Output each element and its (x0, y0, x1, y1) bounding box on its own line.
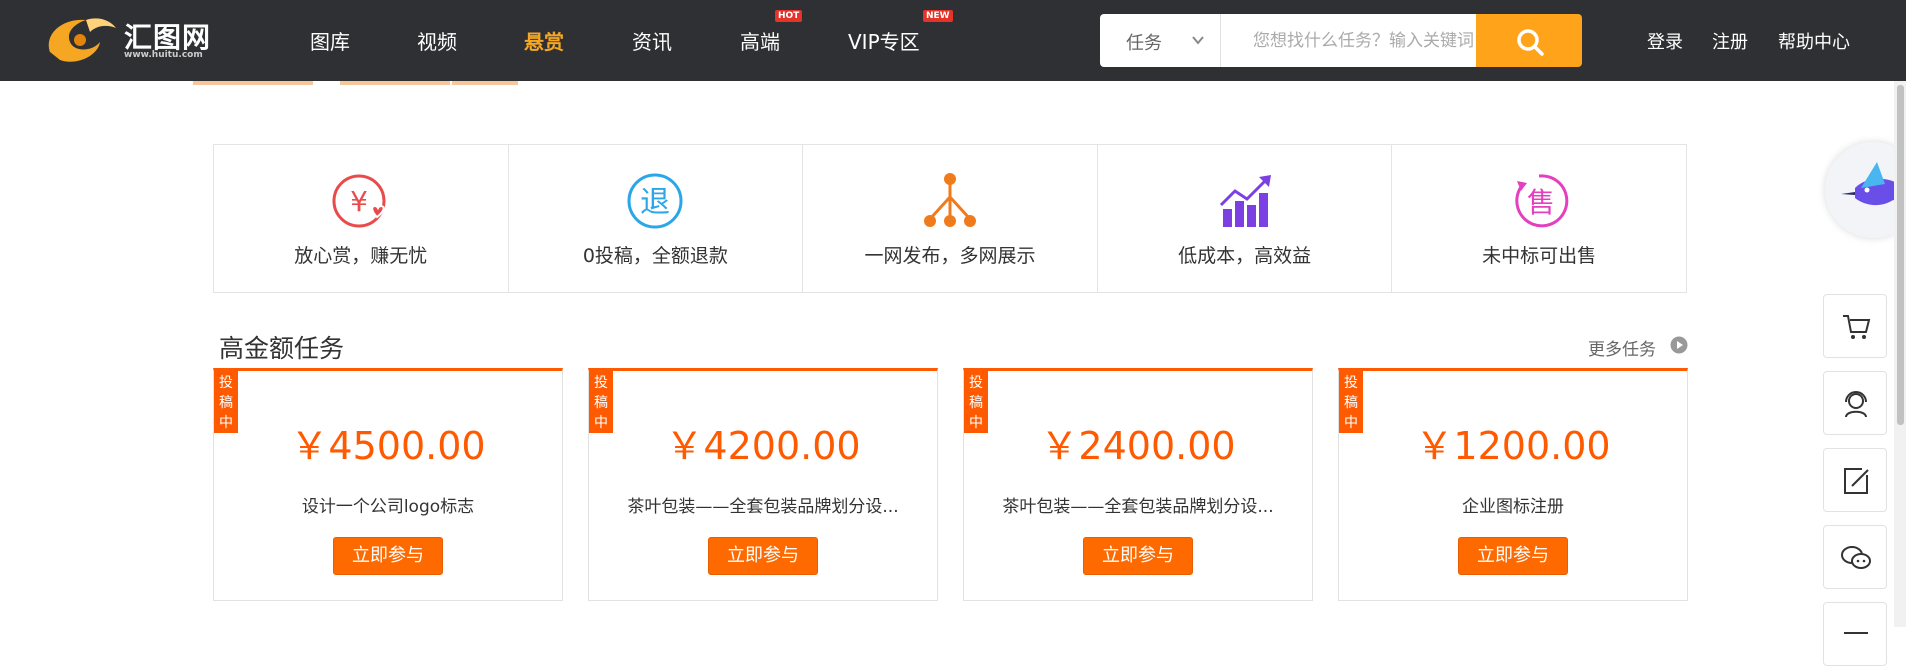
feature-label: 低成本，高效益 (1178, 245, 1312, 267)
register-link[interactable]: 注册 (1712, 28, 1748, 54)
svg-text:¥: ¥ (350, 185, 368, 218)
feature-label: 一网发布，多网展示 (864, 245, 1036, 267)
svg-text:售: 售 (1527, 186, 1555, 219)
feature-item: 售 未中标可出售 (1392, 145, 1686, 292)
search-input[interactable] (1221, 14, 1477, 67)
more-tasks-link[interactable]: 更多任务 (1588, 335, 1656, 360)
task-name[interactable]: 茶叶包装——全套包装品牌划分设... (589, 492, 937, 517)
task-card[interactable]: 投稿中 ￥4500.00 设计一个公司logo标志 立即参与 (213, 368, 563, 601)
nav-item-bounty[interactable]: 悬赏 (524, 26, 564, 55)
network-tree-icon (923, 173, 976, 227)
feature-strip: ¥ 放心赏，赚无忧 退 0投稿，全额退款 一网发布，多网展示 低成本，高效益 售… (213, 144, 1687, 293)
resale-icon: 售 (1515, 174, 1569, 228)
feature-item: 低成本，高效益 (1098, 145, 1393, 292)
new-badge: NEW (923, 10, 953, 22)
task-name[interactable]: 设计一个公司logo标志 (214, 492, 562, 517)
join-button[interactable]: 立即参与 (1458, 537, 1568, 575)
menu-icon (1844, 632, 1868, 634)
feature-label: 放心赏，赚无忧 (294, 245, 428, 267)
svg-text:退: 退 (640, 185, 670, 220)
logo-subtext: www.huitu.com (124, 50, 203, 60)
section-title: 高金额任务 (219, 334, 345, 363)
nav-item-video[interactable]: 视频 (417, 26, 457, 55)
login-link[interactable]: 登录 (1647, 28, 1683, 54)
banner-remnant (452, 81, 518, 85)
search-button[interactable] (1476, 14, 1582, 67)
nav-item-gallery[interactable]: 图库 (310, 26, 350, 55)
hot-badge: HOT (775, 10, 803, 22)
task-price: ￥4500.00 (290, 424, 486, 468)
banner-remnant (340, 81, 450, 85)
search-category-select[interactable]: 任务 (1100, 14, 1221, 67)
join-button[interactable]: 立即参与 (1083, 537, 1193, 575)
feature-item: 退 0投稿，全额退款 (509, 145, 804, 292)
search-category-label: 任务 (1126, 33, 1162, 54)
chevron-down-icon (1192, 36, 1204, 45)
nav-item-premium[interactable]: 高端 (740, 26, 780, 55)
cart-button[interactable] (1823, 294, 1887, 358)
feature-label: 未中标可出售 (1482, 245, 1597, 267)
task-price: ￥2400.00 (1040, 424, 1236, 468)
task-card[interactable]: 投稿中 ￥2400.00 茶叶包装——全套包装品牌划分设... 立即参与 (963, 368, 1313, 601)
feature-label: 0投稿，全额退款 (582, 245, 728, 267)
banner-remnant (193, 81, 313, 85)
site-logo[interactable]: 汇图网 www.huitu.com (40, 12, 220, 68)
help-center-link[interactable]: 帮助中心 (1778, 28, 1850, 54)
edit-icon (1844, 468, 1869, 494)
task-price: ￥4200.00 (665, 424, 861, 468)
customer-service-icon (1845, 391, 1867, 418)
nav-item-news[interactable]: 资讯 (632, 26, 672, 55)
arrow-right-circle-icon[interactable] (1670, 336, 1688, 354)
wechat-button[interactable] (1823, 525, 1887, 589)
task-card[interactable]: 投稿中 ￥1200.00 企业图标注册 立即参与 (1338, 368, 1688, 601)
refund-icon: 退 (627, 173, 683, 229)
cart-icon (1843, 315, 1871, 339)
yen-heart-icon: ¥ (332, 174, 386, 228)
growth-chart-icon (1219, 175, 1271, 227)
task-card[interactable]: 投稿中 ￥4200.00 茶叶包装——全套包装品牌划分设... 立即参与 (588, 368, 938, 601)
feature-item: 一网发布，多网展示 (803, 145, 1098, 292)
task-name[interactable]: 企业图标注册 (1339, 492, 1687, 517)
task-price: ￥1200.00 (1415, 424, 1611, 468)
join-button[interactable]: 立即参与 (708, 537, 818, 575)
top-navigation-bar: 汇图网 www.huitu.com 图库 视频 悬赏 资讯 高端 HOT VIP… (0, 0, 1906, 81)
menu-button[interactable] (1823, 602, 1887, 666)
logo-bird-icon (48, 18, 116, 62)
join-button[interactable]: 立即参与 (333, 537, 443, 575)
task-name[interactable]: 茶叶包装——全套包装品牌划分设... (964, 492, 1312, 517)
feature-item: ¥ 放心赏，赚无忧 (214, 145, 509, 292)
wechat-icon (1841, 546, 1871, 569)
feedback-button[interactable] (1823, 448, 1887, 512)
customer-service-button[interactable] (1823, 371, 1887, 435)
scrollbar-thumb[interactable] (1897, 85, 1904, 425)
nav-item-vip[interactable]: VIP专区 (848, 26, 920, 55)
search-icon (1517, 29, 1544, 56)
